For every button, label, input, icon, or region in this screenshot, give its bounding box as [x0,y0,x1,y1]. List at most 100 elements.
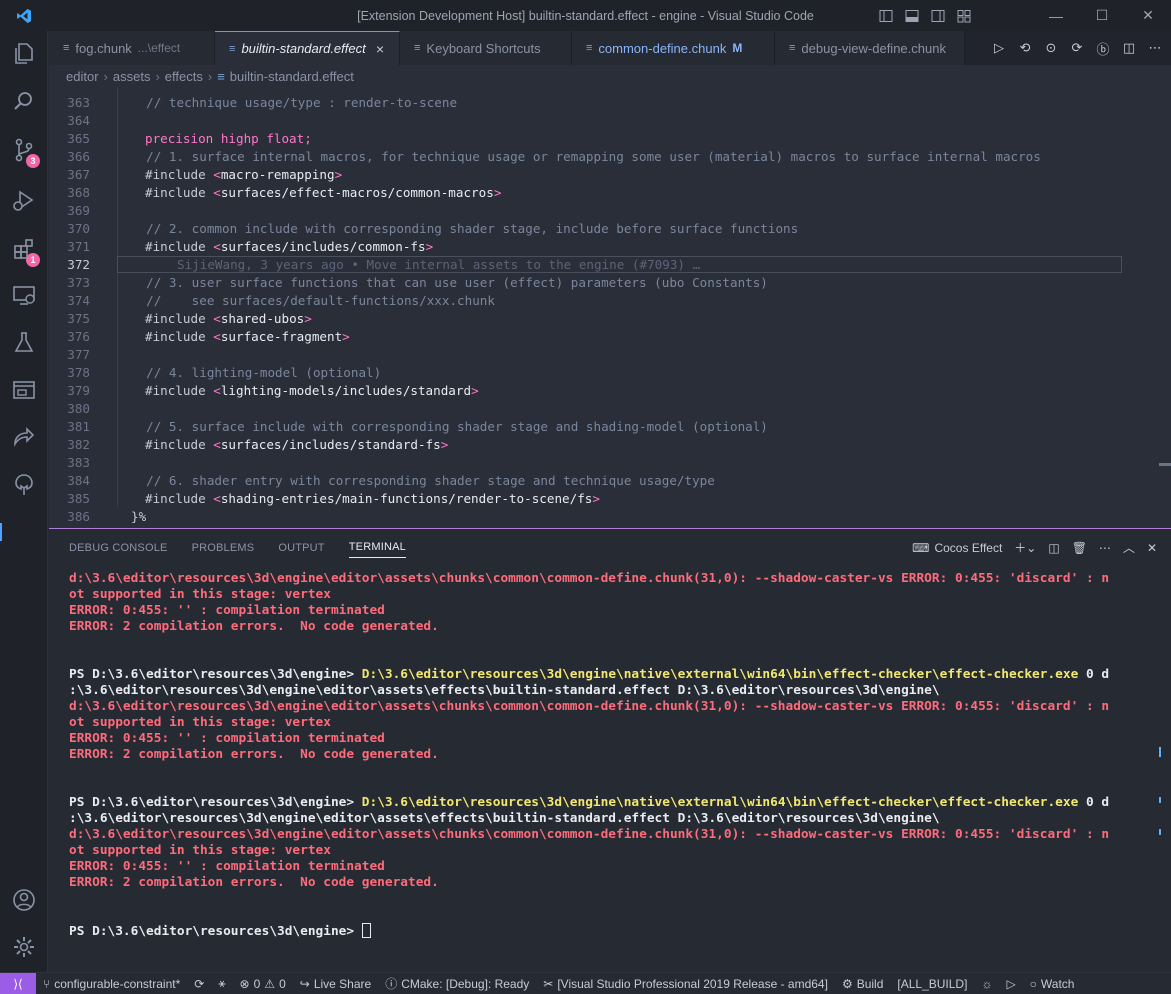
code-line[interactable]: 372SijieWang, 3 years ago • Move interna… [49,255,1159,273]
terminal-selector[interactable]: ⌨ Cocos Effect [912,541,1002,555]
code-line[interactable]: 383 [49,453,1159,471]
problems-indicator[interactable]: ⊗ 0 ⚠ 0 [233,977,293,991]
minimize-icon[interactable]: — [1033,0,1079,31]
close-tab-icon[interactable]: × [376,41,384,57]
code-line[interactable]: 370 // 2. common include with correspond… [49,219,1159,237]
tree-icon[interactable] [0,463,48,507]
source-control-icon[interactable]: 3 [0,128,48,172]
tab-debug-console[interactable]: DEBUG CONSOLE [69,538,168,558]
code-line[interactable]: 375#include <shared-ubos> [49,309,1159,327]
terminal-line: ERROR: 0:455: '' : compilation terminate… [69,859,1159,875]
extensions-icon[interactable]: 1 [0,227,48,271]
tab-keyboard-shortcuts[interactable]: ≡ Keyboard Shortcuts [400,31,572,65]
code-line[interactable]: 364 [49,111,1159,129]
toggle-primary-sidebar-icon[interactable] [877,7,895,25]
code-line[interactable]: 386}% [49,507,1159,525]
tab-fog-chunk[interactable]: ≡ fog.chunk ...\effect [49,31,215,65]
source-control-badge: 3 [26,154,40,168]
breadcrumb-item[interactable]: assets [113,69,151,84]
code-text: }% [131,509,146,524]
toggle-secondary-sidebar-icon[interactable] [929,7,947,25]
code-line[interactable]: 373 // 3. user surface functions that ca… [49,273,1159,291]
code-line[interactable]: 382#include <surfaces/includes/standard-… [49,435,1159,453]
code-line[interactable]: 381 // 5. surface include with correspon… [49,417,1159,435]
code-line[interactable]: 363 // technique usage/type : render-to-… [49,93,1159,111]
run-debug-icon[interactable] [0,178,48,222]
terminal-line [69,779,1159,795]
warning-icon: ⚠ [264,977,275,991]
close-panel-icon[interactable]: ✕ [1147,541,1157,555]
scroll-marker [1159,829,1161,835]
close-window-icon[interactable]: ✕ [1125,0,1171,31]
next-change-icon[interactable]: ⟳ [1069,40,1085,56]
debug-icon[interactable]: ☼ [974,977,999,991]
code-line[interactable]: 376#include <surface-fragment> [49,327,1159,345]
breadcrumb-item[interactable]: builtin-standard.effect [230,69,354,84]
customize-layout-icon[interactable] [955,7,973,25]
testing-icon[interactable] [0,320,48,364]
code-line[interactable]: 374 // see surfaces/default-functions/xx… [49,291,1159,309]
cmake-status[interactable]: ⓘ CMake: [Debug]: Ready [378,975,536,992]
live-share-icon[interactable] [0,415,48,459]
build-button[interactable]: ⚙ Build [835,977,890,991]
code-line[interactable]: 368#include <surfaces/effect-macros/comm… [49,183,1159,201]
remote-explorer-icon[interactable] [0,273,48,317]
terminal-line: ERROR: 2 compilation errors. No code gen… [69,619,1159,635]
editor-scrollbar[interactable] [1159,463,1171,466]
more-actions-icon[interactable]: ⋯ [1147,40,1163,56]
maximize-panel-icon[interactable]: ︿ [1123,539,1135,556]
terminal-output[interactable]: d:\3.6\editor\resources\3d\engine\editor… [69,571,1159,939]
more-actions-icon[interactable]: ⋯ [1099,541,1111,555]
tab-output[interactable]: OUTPUT [278,538,324,558]
watch-button[interactable]: ○ Watch [1023,977,1082,991]
remote-indicator-icon[interactable]: ⟩⟨ [0,973,36,994]
terminal-line: PS D:\3.6\editor\resources\3d\engine> D:… [69,667,1159,683]
sync-icon[interactable]: ⟳ [187,977,211,991]
run-icon[interactable]: ▷ [991,40,1007,56]
tab-terminal[interactable]: TERMINAL [349,537,406,558]
split-terminal-icon[interactable]: ◫ [1048,541,1059,555]
branch-indicator[interactable]: ⑂ configurable-constraint* [36,977,187,991]
settings-gear-icon[interactable] [0,925,48,969]
build-target[interactable]: [ALL_BUILD] [890,977,974,991]
code-line[interactable]: 385#include <shading-entries/main-functi… [49,489,1159,507]
browser-preview-icon[interactable] [0,368,48,412]
git-graph-icon[interactable]: ⚹ [211,976,232,991]
tab-builtin-standard-effect[interactable]: ≡ builtin-standard.effect × [215,31,400,65]
live-share-button[interactable]: ↪ Live Share [293,977,378,991]
tab-debug-view-define-chunk[interactable]: ≡ debug-view-define.chunk [775,31,965,65]
code-line[interactable]: 366 // 1. surface internal macros, for t… [49,147,1159,165]
open-changes-icon[interactable]: ⟲ [1017,40,1033,56]
tab-common-define-chunk[interactable]: ≡ common-define.chunk M [572,31,775,65]
toggle-panel-icon[interactable] [903,7,921,25]
code-text: #include <shared-ubos> [131,311,312,326]
code-line[interactable]: 369 [49,201,1159,219]
scroll-marker [1159,797,1161,803]
code-line[interactable]: 371#include <surfaces/includes/common-fs… [49,237,1159,255]
cocos-icon[interactable]: ⓑ [1095,40,1111,56]
code-line[interactable]: 367#include <macro-remapping> [49,165,1159,183]
cmake-kit[interactable]: ✂ [Visual Studio Professional 2019 Relea… [536,977,835,991]
kill-terminal-icon[interactable]: 🗑 [1072,541,1087,555]
code-line[interactable]: 365precision highp float; [49,129,1159,147]
run-icon[interactable]: ▷ [999,977,1022,991]
breadcrumb-item[interactable]: effects [165,69,203,84]
explorer-icon[interactable] [0,31,48,75]
code-line[interactable]: 380 [49,399,1159,417]
tab-problems[interactable]: PROBLEMS [192,538,255,558]
code-line[interactable]: 378 // 4. lighting-model (optional) [49,363,1159,381]
accounts-icon[interactable] [0,878,48,922]
code-line[interactable]: 379#include <lighting-models/includes/st… [49,381,1159,399]
tab-label: debug-view-define.chunk [801,41,946,56]
previous-change-icon[interactable]: ⊙ [1043,40,1059,56]
breadcrumb-item[interactable]: editor [66,69,99,84]
code-line[interactable]: 384 // 6. shader entry with correspondin… [49,471,1159,489]
split-editor-icon[interactable]: ◫ [1121,40,1137,56]
code-editor[interactable]: 363 // technique usage/type : render-to-… [49,87,1171,528]
maximize-icon[interactable]: ☐ [1079,0,1125,31]
new-terminal-icon[interactable]: ＋⌄ [1014,539,1036,556]
tab-label: builtin-standard.effect [241,41,365,56]
code-line[interactable]: 377 [49,345,1159,363]
tab-label: fog.chunk [75,41,131,56]
search-icon[interactable] [0,79,48,123]
